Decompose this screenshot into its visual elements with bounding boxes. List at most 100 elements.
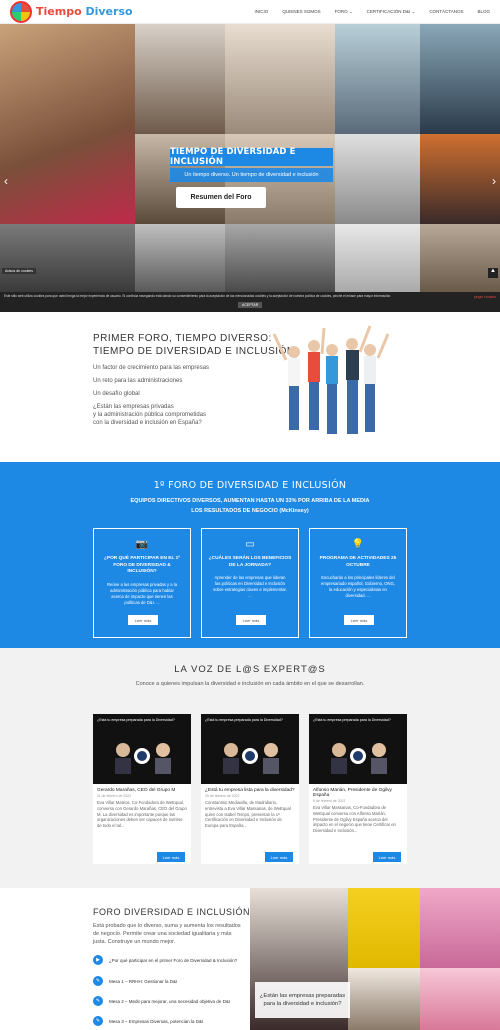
experts-subtitle: Conoce a quienes impulsan la diversidad … xyxy=(135,681,365,687)
photo-man-suit xyxy=(335,24,420,134)
intro-list: Un factor de crecimiento para las empres… xyxy=(93,364,209,432)
expert-card-title[interactable]: ¿Está tu empresa lista para la diversida… xyxy=(201,784,299,794)
lightbulb-icon: 💡 xyxy=(351,539,365,550)
hero-slider: TIEMPO DE DIVERSIDAD E INCLUSIÓN Un tiem… xyxy=(0,24,500,292)
photo-woman-pattern xyxy=(420,224,500,292)
intro-item: Un reto para las administraciones xyxy=(93,378,183,384)
photo-man-young xyxy=(348,968,420,1030)
intro-title-line1: PRIMER FORO, TIEMPO DIVERSO: xyxy=(93,333,272,344)
forum-card: 💡 PROGRAMA DE ACTIVIDADES 25 OCTUBRE Esc… xyxy=(309,528,407,638)
forum-card-text: Escucharás a los principales líderes del… xyxy=(320,575,396,598)
hero-title: TIEMPO DE DIVERSIDAD E INCLUSIÓN xyxy=(170,147,333,167)
photo-women-group xyxy=(420,968,500,1030)
read-more-button[interactable]: Leer más xyxy=(344,615,374,625)
cookie-bar: Este sitio web utiliza cookies para que … xyxy=(0,292,500,312)
cookie-notice-tab[interactable]: Avisos de cookies xyxy=(2,268,36,274)
video-thumbnail[interactable]: ¿Está tu empresa preparada para la Diver… xyxy=(309,714,407,784)
forum-card-text: Aprender de las empresas que lideran las… xyxy=(213,575,287,598)
expert-card: ¿Está tu empresa preparada para la Diver… xyxy=(201,714,299,864)
expert-card: ¿Está tu empresa preparada para la Diver… xyxy=(309,714,407,864)
forum-info-item-label: ¿Por qué participar en el primer Foro de… xyxy=(109,957,238,963)
expert-card-title[interactable]: Alfonso Marián, Presidente de Ogilvy Esp… xyxy=(309,784,407,799)
logo-text-part2: Diverso xyxy=(85,5,133,18)
forum-subtitle-line2: LOS RESULTADOS DE NEGOCIO (McKinsey) xyxy=(191,508,309,514)
intro-title: PRIMER FORO, TIEMPO DIVERSO: TIEMPO DE D… xyxy=(93,332,295,358)
summary-button[interactable]: Resumen del Foro xyxy=(176,187,266,208)
nav-item-foro[interactable]: FORO ⌄ xyxy=(335,9,353,15)
forum-info-item-label: Mesa 2 – Medir para mejorar, una necesid… xyxy=(109,998,231,1004)
photo-office xyxy=(0,224,135,292)
video-people xyxy=(115,743,171,774)
forum-info-item[interactable]: ✎ Mesa 1 – RRHH: Gestionar la D&I xyxy=(93,976,177,986)
read-more-button[interactable]: Leer más xyxy=(265,852,293,862)
intro-item: con la diversidad e inclusión en España? xyxy=(93,420,202,426)
forum-card-heading: ¿POR QUÉ PARTICIPAR EN EL 1º FORO DE DIV… xyxy=(103,556,181,574)
pencil-icon: ✎ xyxy=(93,1016,103,1026)
group-photo xyxy=(272,325,390,434)
logo-icon[interactable] xyxy=(10,0,32,23)
intro-item: Un desafío global xyxy=(93,391,140,397)
forum-card: ▭ ¿CUÁLES SERÁN LOS BENEFICIOS DE LA JOR… xyxy=(201,528,299,638)
read-more-button[interactable]: Leer más xyxy=(157,852,185,862)
pencil-icon: ✎ xyxy=(93,976,103,986)
collage-callout: ¿Están las empresas preparadas para la d… xyxy=(255,982,350,1018)
site-logo[interactable]: Tiempo Diverso xyxy=(36,5,133,18)
main-nav: INICIO QUIENES SOMOS FORO ⌄ CERTIFICACIÓ… xyxy=(255,9,490,15)
photo-man-beard xyxy=(348,888,420,968)
expert-card-text: Constantino Mediavilla, de Madridiario, … xyxy=(205,800,291,829)
forum-title: 1º FORO DE DIVERSIDAD E INCLUSIÓN xyxy=(153,480,347,491)
forum-info-section: FORO DIVERSIDAD E INCLUSIÓN Está probado… xyxy=(0,888,500,1030)
next-arrow-icon[interactable]: › xyxy=(492,174,496,188)
nav-item-quienes-somos[interactable]: QUIENES SOMOS xyxy=(282,9,320,15)
photo-man-bald xyxy=(135,224,225,292)
play-icon: ▶ xyxy=(93,955,103,965)
photo-woman-curly xyxy=(135,24,225,134)
photo-older-man xyxy=(335,134,420,224)
video-thumbnail[interactable]: ¿Está tu empresa preparada para la Diver… xyxy=(201,714,299,784)
intro-section: PRIMER FORO, TIEMPO DIVERSO: TIEMPO DE D… xyxy=(0,312,500,462)
nav-item-contactanos[interactable]: CONTÁCTANOS xyxy=(429,9,463,15)
photo-woman-glasses xyxy=(0,24,135,224)
forum-card-text: Reúne a las empresas privadas y a la adm… xyxy=(106,581,178,605)
video-thumbnail[interactable]: ¿Está tu empresa preparada para la Diver… xyxy=(93,714,191,784)
logo-text-part1: Tiempo xyxy=(36,5,82,18)
pencil-icon: ✎ xyxy=(93,996,103,1006)
forum-section: 1º FORO DE DIVERSIDAD E INCLUSIÓN EQUIPO… xyxy=(0,462,500,648)
forum-card-heading: PROGRAMA DE ACTIVIDADES 25 OCTUBRE xyxy=(319,556,397,568)
photo-man-smiling xyxy=(420,24,500,134)
forum-info-item[interactable]: ✎ Mesa 3 – Empresas Diversas, potencian … xyxy=(93,1016,203,1026)
forum-subtitle: EQUIPOS DIRECTIVOS DIVERSOS, AUMENTAN HA… xyxy=(0,496,500,516)
cookie-accept-button[interactable]: ACEPTAR xyxy=(238,302,263,308)
cookie-more-link[interactable]: plugin cookies xyxy=(474,295,496,299)
video-people xyxy=(223,743,279,774)
prev-arrow-icon[interactable]: ‹ xyxy=(4,174,8,188)
hero-subtitle: Un tiempo diverso. Un tiempo de diversid… xyxy=(170,168,333,182)
read-more-button[interactable]: Leer más xyxy=(128,615,158,625)
forum-card-heading: ¿CUÁLES SERÁN LOS BENEFICIOS DE LA JORNA… xyxy=(208,556,292,568)
intro-item: ¿Están las empresas privadas xyxy=(93,404,174,410)
expert-card-text: Eva Villar Massanas, Co-Fundadora de WeE… xyxy=(313,805,396,834)
forum-info-item[interactable]: ▶ ¿Por qué participar en el primer Foro … xyxy=(93,955,237,965)
nav-item-blog[interactable]: BLOG xyxy=(477,9,490,15)
intro-item: Un factor de crecimiento para las empres… xyxy=(93,365,210,371)
cookie-text: Este sitio web utiliza cookies para que … xyxy=(4,294,392,298)
forum-info-item-label: Mesa 1 – RRHH: Gestionar la D&I xyxy=(109,978,178,984)
read-more-button[interactable]: Leer más xyxy=(373,852,401,862)
intro-title-line2: TIEMPO DE DIVERSIDAD E INCLUSIÓN xyxy=(93,346,295,357)
scroll-top-icon[interactable]: ▲ xyxy=(488,268,498,278)
photo-team xyxy=(225,24,335,134)
read-more-button[interactable]: Leer más xyxy=(236,615,266,625)
photo-woman-phone xyxy=(225,224,335,292)
photo-woman-red-hair xyxy=(420,134,500,224)
expert-card-title[interactable]: Gerardo Marañas, CEO del Grupo M xyxy=(93,784,191,794)
photo-woman-laptop xyxy=(335,224,420,292)
expert-card-text: Eva Villar Mateos, Co-Fundadora de WeEqu… xyxy=(97,800,187,829)
nav-item-certificacion[interactable]: CERTIFICACIÓN D&I ⌄ xyxy=(367,9,416,15)
tablet-icon: ▭ xyxy=(245,539,255,550)
forum-info-item[interactable]: ✎ Mesa 2 – Medir para mejorar, una neces… xyxy=(93,996,230,1006)
nav-item-inicio[interactable]: INICIO xyxy=(255,9,269,15)
experts-section: LA VOZ DE L@S EXPERT@S Conoce a quienes … xyxy=(0,648,500,888)
forum-info-item-label: Mesa 3 – Empresas Diversas, potencian la… xyxy=(109,1018,204,1024)
expert-card: ¿Está tu empresa preparada para la Diver… xyxy=(93,714,191,864)
forum-card: 📷 ¿POR QUÉ PARTICIPAR EN EL 1º FORO DE D… xyxy=(93,528,191,638)
